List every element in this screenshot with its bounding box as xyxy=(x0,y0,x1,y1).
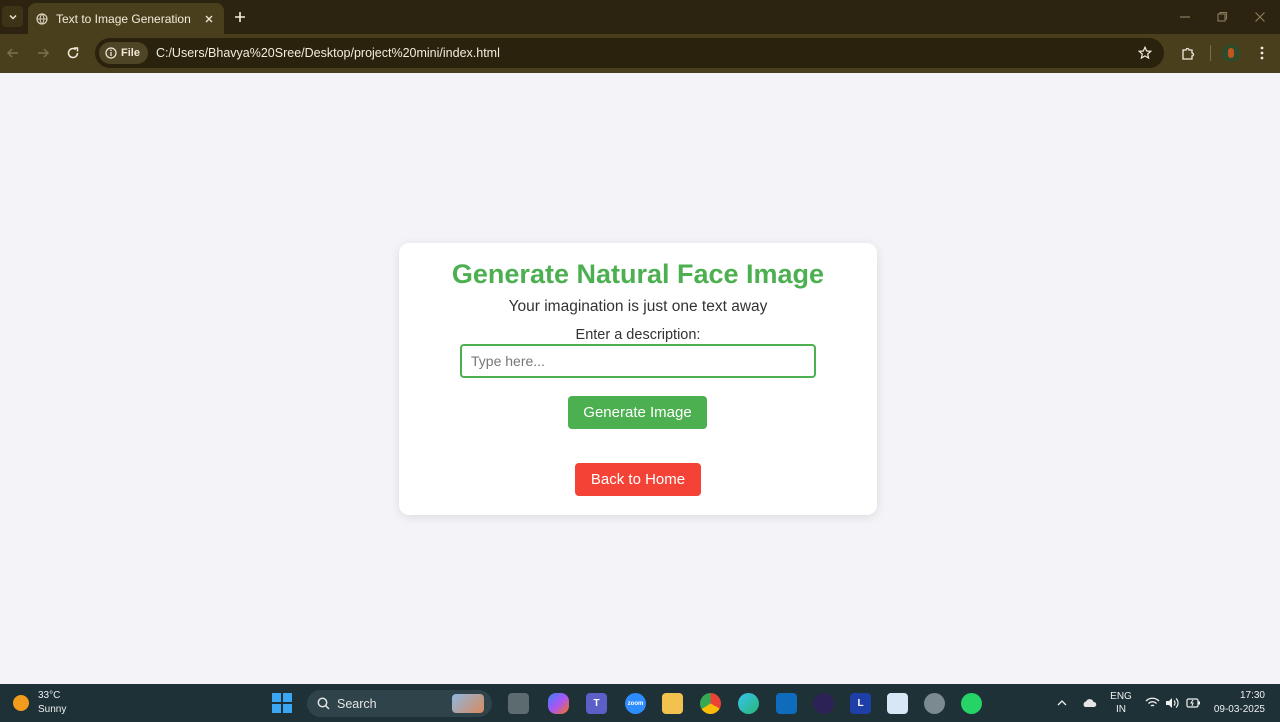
onedrive-icon[interactable] xyxy=(1080,693,1098,713)
arrow-left-icon xyxy=(6,48,18,58)
reload-icon xyxy=(67,47,79,59)
search-icon xyxy=(317,697,330,710)
globe-icon xyxy=(36,12,48,25)
arrow-right-icon xyxy=(38,48,50,58)
l-app-label: L xyxy=(857,698,864,709)
toolbar-divider xyxy=(1210,45,1211,61)
restore-icon xyxy=(1217,11,1228,22)
minimize-button[interactable] xyxy=(1176,8,1194,26)
show-hidden-icons-button[interactable] xyxy=(1055,693,1069,713)
close-tab-icon[interactable] xyxy=(202,12,216,26)
active-tab[interactable]: Text to Image Generation xyxy=(28,3,224,34)
weather-condition[interactable]: Sunny xyxy=(38,704,66,715)
settings-icon[interactable] xyxy=(924,693,945,714)
generate-image-button[interactable]: Generate Image xyxy=(568,396,707,429)
page-subtitle: Your imagination is just one text away xyxy=(508,298,768,315)
description-input[interactable] xyxy=(460,344,816,378)
info-icon xyxy=(105,47,117,59)
url-text[interactable]: C:/Users/Bhavya%20Sree/Desktop/project%2… xyxy=(156,46,500,60)
copilot-icon[interactable] xyxy=(548,693,569,714)
reload-button[interactable] xyxy=(64,44,82,62)
notepad-icon[interactable] xyxy=(887,693,908,714)
plus-icon xyxy=(235,12,245,22)
address-bar[interactable]: File C:/Users/Bhavya%20Sree/Desktop/proj… xyxy=(95,38,1164,68)
minimize-icon xyxy=(1180,16,1190,18)
folder-icon[interactable] xyxy=(662,693,683,714)
file-explorer-icon[interactable] xyxy=(508,693,529,714)
system-clock[interactable]: 17:30 09-03-2025 xyxy=(1214,689,1265,717)
back-nav-button[interactable] xyxy=(4,44,22,62)
clock-date: 09-03-2025 xyxy=(1213,704,1265,715)
tab-search-button[interactable] xyxy=(2,6,23,27)
star-icon xyxy=(1138,46,1152,60)
language-code: ENG xyxy=(1110,691,1132,702)
puzzle-icon xyxy=(1181,47,1194,60)
windows-start-button[interactable] xyxy=(272,693,292,713)
wifi-icon[interactable] xyxy=(1143,693,1161,713)
search-highlight-image xyxy=(452,694,484,713)
restore-button[interactable] xyxy=(1213,8,1231,26)
close-icon xyxy=(1255,12,1265,22)
region-code: IN xyxy=(1116,704,1126,715)
volume-icon[interactable] xyxy=(1163,693,1181,713)
more-vertical-icon xyxy=(1260,46,1264,60)
outlook-icon[interactable] xyxy=(776,693,797,714)
browser-titlebar: Text to Image Generation xyxy=(0,0,1280,34)
taskbar-search[interactable]: Search xyxy=(307,690,492,717)
zoom-label: zoom xyxy=(627,700,644,707)
chevron-up-icon xyxy=(1057,700,1067,706)
bookmark-star-button[interactable] xyxy=(1136,44,1154,62)
description-label: Enter a description: xyxy=(575,327,701,343)
sun-icon[interactable] xyxy=(13,695,29,711)
page-viewport: Generate Natural Face Image Your imagina… xyxy=(0,73,1280,684)
chevron-down-icon xyxy=(8,14,17,20)
taskbar: 33°C Sunny Search T zoom L ENG IN 17:30 … xyxy=(0,684,1280,722)
search-label: Search xyxy=(337,696,377,711)
whatsapp-icon[interactable] xyxy=(961,693,982,714)
generator-card: Generate Natural Face Image Your imagina… xyxy=(399,243,877,515)
site-chip-label: File xyxy=(121,47,140,59)
clock-time: 17:30 xyxy=(1239,690,1265,701)
chrome-icon[interactable] xyxy=(700,693,721,714)
eclipse-icon[interactable] xyxy=(813,693,834,714)
edge-icon[interactable] xyxy=(738,693,759,714)
new-tab-button[interactable] xyxy=(231,8,249,26)
teams-icon[interactable]: T xyxy=(586,693,607,714)
profile-avatar[interactable] xyxy=(1222,44,1240,62)
language-indicator[interactable]: ENG IN xyxy=(1108,690,1134,716)
battery-icon[interactable] xyxy=(1184,693,1202,713)
site-info-chip[interactable]: File xyxy=(99,42,148,64)
l-app-icon[interactable]: L xyxy=(850,693,871,714)
back-to-home-button[interactable]: Back to Home xyxy=(575,463,701,496)
zoom-icon[interactable]: zoom xyxy=(625,693,646,714)
tab-title: Text to Image Generation xyxy=(56,11,191,26)
browser-menu-button[interactable] xyxy=(1253,44,1271,62)
forward-nav-button[interactable] xyxy=(34,44,52,62)
close-window-button[interactable] xyxy=(1251,8,1269,26)
extensions-button[interactable] xyxy=(1179,44,1197,62)
weather-temperature[interactable]: 33°C xyxy=(38,690,60,701)
browser-toolbar: File C:/Users/Bhavya%20Sree/Desktop/proj… xyxy=(0,34,1280,73)
windows-logo-icon xyxy=(272,693,282,703)
page-title: Generate Natural Face Image xyxy=(451,259,825,289)
